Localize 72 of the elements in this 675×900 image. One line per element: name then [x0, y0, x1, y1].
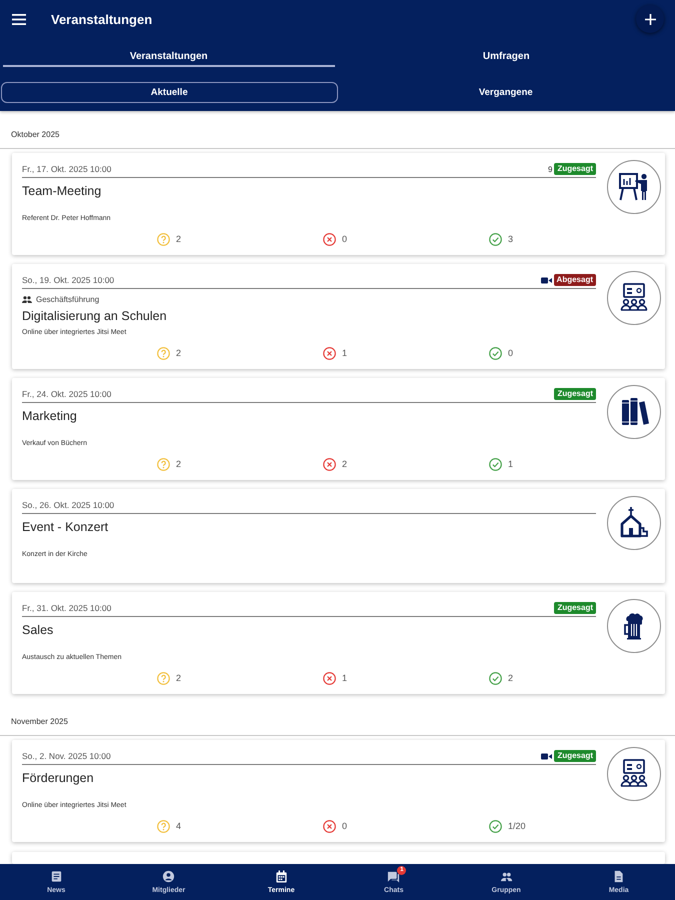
- status-badge: Zugesagt: [554, 388, 596, 400]
- check-circle-icon: [489, 820, 502, 832]
- response-count: 1: [508, 459, 514, 469]
- plus-icon: [644, 14, 656, 24]
- response-count: 1: [342, 673, 348, 683]
- question-circle-icon: [157, 346, 170, 360]
- audience-screen-icon: [607, 271, 661, 325]
- response-count: 0: [342, 821, 348, 831]
- event-title: Marketing: [22, 408, 78, 424]
- event-date: Fr., 24. Okt. 2025 10:00: [22, 389, 112, 399]
- event-date: Fr., 31. Okt. 2025 10:00: [22, 603, 112, 613]
- menu-icon[interactable]: [12, 14, 26, 24]
- status-badge: Zugesagt: [554, 163, 596, 175]
- response-count: 2: [176, 459, 182, 469]
- beer-mug-icon: [607, 599, 661, 653]
- question-circle-icon: [157, 232, 170, 246]
- page-title: Veranstaltungen: [51, 12, 152, 26]
- response-count: 4: [176, 821, 182, 831]
- presentation-icon: [607, 160, 661, 214]
- chat-bubbles-icon: [387, 870, 400, 883]
- event-title: Sales: [22, 622, 54, 638]
- count-label: 9: [548, 164, 552, 174]
- add-button[interactable]: [636, 5, 664, 33]
- response-count: 0: [342, 234, 348, 244]
- x-circle-icon: [323, 346, 336, 360]
- account-circle-icon: [162, 870, 176, 883]
- response-count: 3: [508, 234, 514, 244]
- event-title: Team-Meeting: [22, 183, 102, 199]
- x-circle-icon: [323, 232, 336, 246]
- question-circle-icon: [157, 820, 170, 832]
- event-date: Fr., 17. Okt. 2025 10:00: [22, 164, 112, 174]
- audience-screen-icon: [607, 747, 661, 801]
- event-title: Förderungen: [22, 770, 95, 786]
- x-circle-icon: [323, 672, 336, 684]
- status-badge: Zugesagt: [554, 602, 596, 614]
- books-icon: [607, 385, 661, 439]
- filter-tab[interactable]: Aktuelle: [1, 82, 338, 103]
- calendar-icon: [274, 870, 288, 883]
- response-count: 2: [176, 673, 182, 683]
- x-circle-icon: [323, 820, 336, 832]
- check-circle-icon: [489, 346, 502, 360]
- filter-tab[interactable]: Vergangene: [338, 82, 674, 103]
- check-circle-icon: [489, 672, 502, 684]
- event-title: Event - Konzert: [22, 519, 110, 535]
- question-circle-icon: [157, 672, 170, 684]
- church-icon: [607, 496, 661, 550]
- status-badge: Zugesagt: [554, 750, 596, 762]
- check-circle-icon: [489, 232, 502, 246]
- month-heading: November 2025: [10, 716, 69, 728]
- response-count: 1/20: [508, 821, 526, 831]
- response-count: 2: [176, 348, 182, 358]
- response-count: 0: [508, 348, 514, 358]
- people-icon: [500, 870, 513, 883]
- document-icon: [612, 870, 626, 883]
- tab[interactable]: Veranstaltungen: [3, 38, 334, 67]
- check-circle-icon: [489, 458, 502, 470]
- response-count: 1: [342, 348, 348, 358]
- event-date: So., 2. Nov. 2025 10:00: [22, 751, 111, 761]
- people-icon: [22, 296, 32, 302]
- event-date: So., 19. Okt. 2025 10:00: [22, 275, 114, 285]
- question-circle-icon: [157, 458, 170, 470]
- response-count: 2: [508, 673, 514, 683]
- event-title: Digitalisierung an Schulen: [22, 308, 168, 324]
- response-count: 2: [176, 234, 182, 244]
- event-date: So., 26. Okt. 2025 10:00: [22, 500, 114, 510]
- newspaper-icon: [50, 870, 63, 883]
- group-label: Geschäftsführung: [36, 294, 100, 304]
- response-count: 2: [342, 459, 348, 469]
- status-badge: Abgesagt: [554, 274, 596, 286]
- x-circle-icon: [323, 458, 336, 470]
- month-heading: Oktober 2025: [10, 129, 60, 141]
- tab[interactable]: Umfragen: [340, 38, 672, 67]
